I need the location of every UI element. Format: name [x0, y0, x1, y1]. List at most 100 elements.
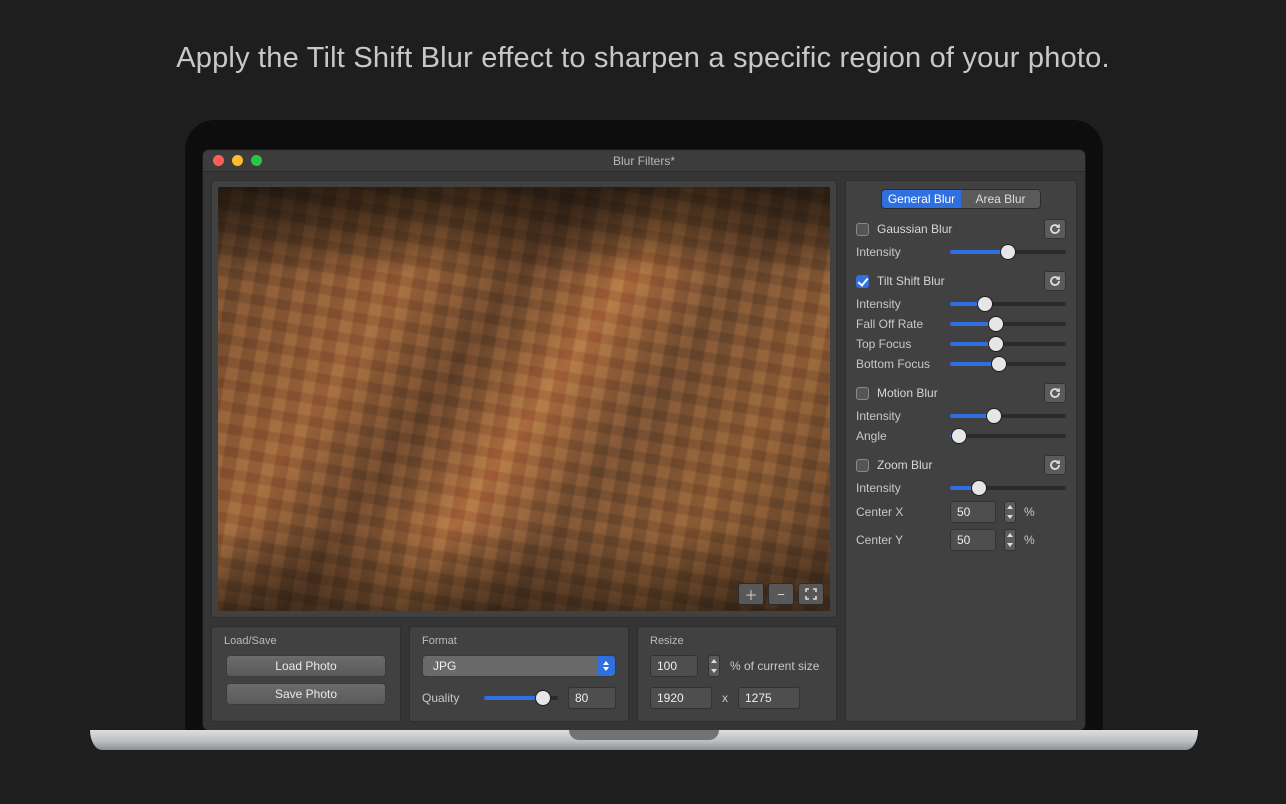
zoom-label: Zoom Blur: [877, 458, 1036, 472]
laptop-base: [90, 730, 1198, 750]
resize-percent-input[interactable]: [650, 655, 698, 677]
photo-preview: [218, 187, 830, 611]
tiltshift-botfocus-label: Bottom Focus: [856, 357, 942, 371]
minimize-icon[interactable]: [232, 155, 243, 166]
bottom-row: Load/Save Load Photo Save Photo Format J…: [211, 626, 837, 722]
gaussian-checkbox[interactable]: [856, 223, 869, 236]
tiltshift-topfocus-slider[interactable]: [950, 342, 1066, 346]
motion-angle-label: Angle: [856, 429, 942, 443]
tiltshift-intensity-slider[interactable]: [950, 302, 1066, 306]
plus-icon: ＋: [744, 585, 757, 604]
tiltshift-header: Tilt Shift Blur: [856, 271, 1066, 291]
resize-separator: x: [722, 691, 728, 705]
refresh-icon: [1049, 223, 1061, 235]
preview-panel: ＋ −: [211, 180, 837, 618]
motion-checkbox[interactable]: [856, 387, 869, 400]
gaussian-header: Gaussian Blur: [856, 219, 1066, 239]
resize-width-input[interactable]: [650, 687, 712, 709]
quality-slider[interactable]: [484, 696, 558, 700]
resize-percent-row: % of current size: [650, 655, 824, 677]
zoom-centery-stepper[interactable]: [1004, 529, 1016, 551]
tiltshift-label: Tilt Shift Blur: [877, 274, 1036, 288]
gaussian-label: Gaussian Blur: [877, 222, 1036, 236]
left-column: ＋ − Load/Save Load Photo Sav: [211, 180, 837, 722]
tab-area-blur[interactable]: Area Blur: [961, 190, 1040, 208]
zoom-reset-button[interactable]: [1044, 455, 1066, 475]
zoom-centerx-label: Center X: [856, 505, 942, 519]
blur-tabs: General Blur Area Blur: [881, 189, 1041, 209]
tiltshift-topfocus-label: Top Focus: [856, 337, 942, 351]
laptop-frame: Blur Filters* ＋ −: [185, 120, 1103, 730]
loadsave-panel: Load/Save Load Photo Save Photo: [211, 626, 401, 722]
zoom-checkbox[interactable]: [856, 459, 869, 472]
zoom-intensity-label: Intensity: [856, 481, 942, 495]
motion-header: Motion Blur: [856, 383, 1066, 403]
gaussian-intensity-slider[interactable]: [950, 250, 1066, 254]
motion-reset-button[interactable]: [1044, 383, 1066, 403]
motion-intensity-slider[interactable]: [950, 414, 1066, 418]
chevron-updown-icon: [597, 656, 615, 676]
resize-title: Resize: [650, 635, 824, 647]
zoom-in-button[interactable]: ＋: [738, 583, 764, 605]
quality-input[interactable]: [568, 687, 616, 709]
format-title: Format: [422, 635, 616, 647]
gaussian-reset-button[interactable]: [1044, 219, 1066, 239]
tiltshift-botfocus-row: Bottom Focus: [856, 357, 1066, 371]
resize-height-input[interactable]: [738, 687, 800, 709]
tiltshift-falloff-slider[interactable]: [950, 322, 1066, 326]
resize-dimensions-row: x: [650, 687, 824, 709]
refresh-icon: [1049, 459, 1061, 471]
motion-angle-row: Angle: [856, 429, 1066, 443]
format-select[interactable]: JPG: [422, 655, 616, 677]
motion-angle-slider[interactable]: [950, 434, 1066, 438]
zoom-fit-button[interactable]: [798, 583, 824, 605]
zoom-centery-suffix: %: [1024, 533, 1035, 547]
expand-icon: [805, 588, 817, 600]
tab-general-blur[interactable]: General Blur: [882, 190, 961, 208]
zoom-centerx-stepper[interactable]: [1004, 501, 1016, 523]
quality-row: Quality: [422, 687, 616, 709]
laptop-notch: [569, 730, 719, 740]
format-panel: Format JPG Quality: [409, 626, 629, 722]
zoom-intensity-row: Intensity: [856, 481, 1066, 495]
zoom-window-icon[interactable]: [251, 155, 262, 166]
tiltshift-intensity-row: Intensity: [856, 297, 1066, 311]
tiltshift-topfocus-row: Top Focus: [856, 337, 1066, 351]
quality-label: Quality: [422, 691, 474, 705]
tiltshift-intensity-label: Intensity: [856, 297, 942, 311]
traffic-lights: [203, 155, 262, 166]
tiltshift-falloff-label: Fall Off Rate: [856, 317, 942, 331]
titlebar: Blur Filters*: [203, 150, 1085, 172]
zoom-header: Zoom Blur: [856, 455, 1066, 475]
tiltshift-reset-button[interactable]: [1044, 271, 1066, 291]
tiltshift-falloff-row: Fall Off Rate: [856, 317, 1066, 331]
refresh-icon: [1049, 275, 1061, 287]
gaussian-intensity-row: Intensity: [856, 245, 1066, 259]
zoom-out-button[interactable]: −: [768, 583, 794, 605]
tiltshift-checkbox[interactable]: [856, 275, 869, 288]
zoom-centerx-input[interactable]: [950, 501, 996, 523]
tiltshift-botfocus-slider[interactable]: [950, 362, 1066, 366]
zoom-controls: ＋ −: [738, 583, 824, 605]
gaussian-intensity-label: Intensity: [856, 245, 942, 259]
resize-percent-stepper[interactable]: [708, 655, 720, 677]
motion-intensity-label: Intensity: [856, 409, 942, 423]
zoom-centerx-suffix: %: [1024, 505, 1035, 519]
resize-percent-suffix: % of current size: [730, 659, 819, 673]
filters-panel: General Blur Area Blur Gaussian Blur Int…: [845, 180, 1077, 722]
resize-panel: Resize % of current size x: [637, 626, 837, 722]
zoom-centery-input[interactable]: [950, 529, 996, 551]
save-photo-button[interactable]: Save Photo: [226, 683, 386, 705]
app-window: Blur Filters* ＋ −: [203, 150, 1085, 730]
content: ＋ − Load/Save Load Photo Sav: [203, 172, 1085, 730]
close-icon[interactable]: [213, 155, 224, 166]
motion-intensity-row: Intensity: [856, 409, 1066, 423]
format-selected-value: JPG: [433, 659, 456, 673]
zoom-centery-row: Center Y %: [856, 529, 1066, 551]
zoom-centery-label: Center Y: [856, 533, 942, 547]
tagline: Apply the Tilt Shift Blur effect to shar…: [0, 0, 1286, 75]
zoom-intensity-slider[interactable]: [950, 486, 1066, 490]
window-title: Blur Filters*: [203, 154, 1085, 168]
load-photo-button[interactable]: Load Photo: [226, 655, 386, 677]
zoom-centerx-row: Center X %: [856, 501, 1066, 523]
